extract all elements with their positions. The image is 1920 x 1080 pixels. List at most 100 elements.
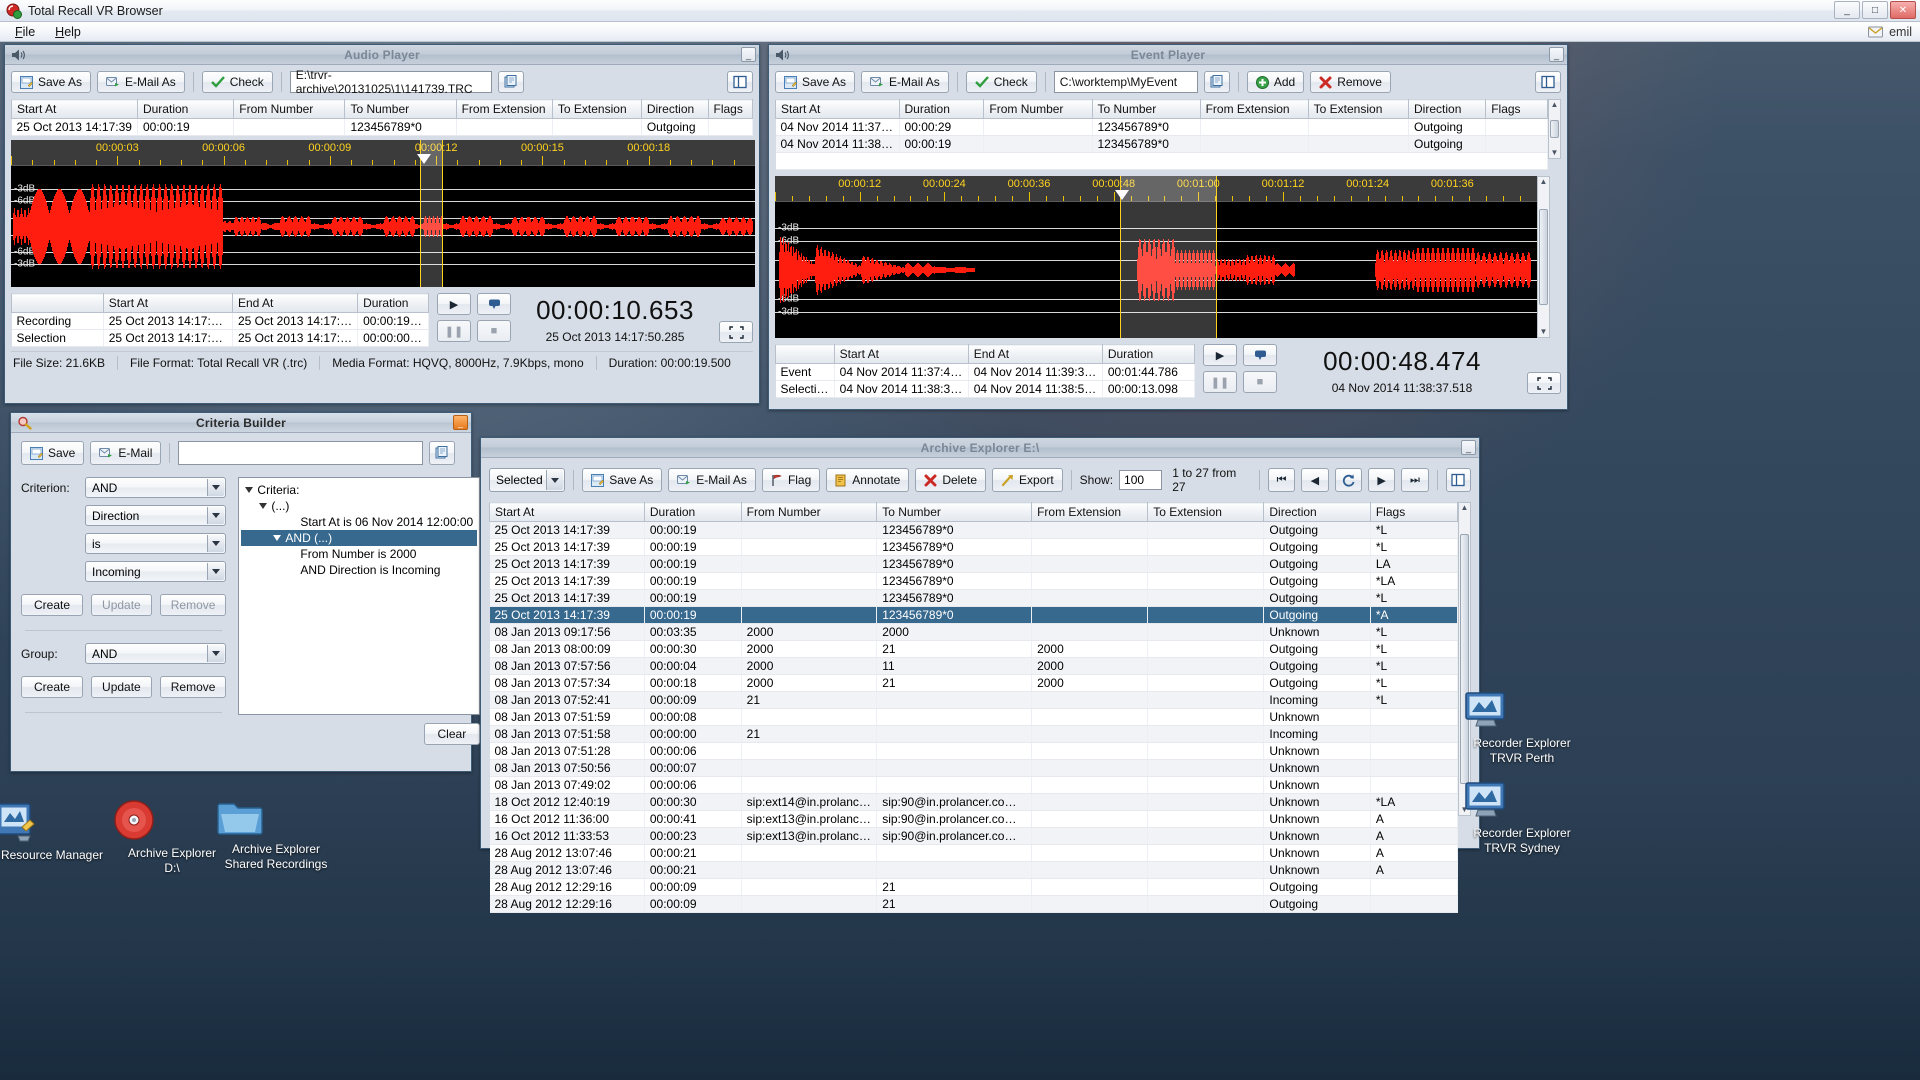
event-add-button[interactable]: Add [1246, 71, 1305, 93]
scroll-up-icon[interactable]: ▲ [1551, 100, 1559, 110]
event-file-path-input[interactable]: C:\worktemp\MyEvent [1053, 71, 1198, 93]
value-select[interactable]: Incoming [85, 561, 227, 582]
menu-file[interactable]: File [6, 23, 44, 41]
table-row[interactable]: 08 Jan 2013 07:51:28 00:00:06 Unknown [489, 742, 1459, 760]
audio-position-marker[interactable] [417, 154, 431, 164]
event-save-as-button[interactable]: Save As [775, 71, 856, 93]
maximize-button[interactable]: □ [1862, 1, 1888, 19]
col-flags[interactable]: Flags [1485, 99, 1548, 119]
scroll-up-icon[interactable]: ▲ [1540, 177, 1548, 187]
event-remove-button[interactable]: Remove [1310, 71, 1391, 93]
archive-delete-button[interactable]: Delete [915, 468, 987, 492]
event-loop-button[interactable] [1243, 344, 1277, 366]
event-position-marker[interactable] [1115, 190, 1129, 200]
group-remove-button[interactable]: Remove [159, 676, 227, 698]
operator-select[interactable]: is [85, 533, 227, 554]
col-to-number[interactable]: To Number [344, 99, 457, 119]
col-direction[interactable]: Direction [640, 99, 709, 119]
archive-refresh-button[interactable] [1334, 468, 1362, 492]
archive-annotate-button[interactable]: Annotate [826, 468, 910, 492]
table-row[interactable]: 28 Aug 2012 13:07:46 00:00:21 Unknown A [489, 861, 1459, 879]
archive-show-input[interactable]: 100 [1119, 470, 1163, 490]
table-row[interactable] [775, 152, 1548, 170]
col-from-extension[interactable]: From Extension [1199, 99, 1309, 119]
col-flags[interactable]: Flags [707, 99, 753, 119]
archive-prev-page-button[interactable]: ◀ [1301, 468, 1329, 492]
event-play-button[interactable]: ▶ [1203, 344, 1237, 366]
archive-layout-toggle-button[interactable] [1445, 468, 1471, 492]
event-list-scrollbar[interactable]: ▲ ▼ [1548, 99, 1561, 159]
col-from-number[interactable]: From Number [740, 502, 878, 522]
audio-email-as-button[interactable]: E-Mail As [97, 71, 185, 93]
table-row[interactable]: 25 Oct 2013 14:17:39 00:00:19 123456789*0 O… [489, 555, 1459, 573]
table-row[interactable]: 25 Oct 2013 14:17:39 00:00:19 123456789*0 O… [489, 538, 1459, 556]
expander-triangle-icon[interactable] [245, 487, 254, 493]
event-player-minimize-button[interactable]: _ [1549, 47, 1564, 62]
chevron-down-icon[interactable] [207, 563, 225, 580]
col-duration[interactable]: Duration [898, 99, 985, 119]
col-detail-start-at[interactable]: Start At [833, 344, 969, 364]
col-direction[interactable]: Direction [1408, 99, 1487, 119]
col-duration[interactable]: Duration [643, 502, 742, 522]
field-select[interactable]: Direction [85, 505, 227, 526]
criterion-create-button[interactable]: Create [21, 594, 84, 616]
audio-layout-toggle-button[interactable] [727, 71, 754, 93]
event-email-as-button[interactable]: E-Mail As [861, 71, 949, 93]
col-flags[interactable]: Flags [1369, 502, 1459, 522]
col-from-number[interactable]: From Number [983, 99, 1093, 119]
table-row[interactable]: 08 Jan 2013 09:17:56 00:03:35 2000 2000 Unkn… [489, 623, 1459, 641]
audio-waveform[interactable]: 00:00:03 00:00:06 00:00:09 00:00:12 00:00:15… [11, 140, 755, 287]
col-to-number[interactable]: To Number [876, 502, 1033, 522]
menu-help[interactable]: Help [46, 23, 90, 41]
audio-check-button[interactable]: Check [201, 71, 273, 93]
desktop-icon-recorder-explorer-sydney[interactable]: Recorder Explorer TRVR Sydney [1462, 780, 1582, 856]
col-detail-duration[interactable]: Duration [357, 293, 429, 313]
chevron-down-icon[interactable] [207, 535, 225, 552]
expander-triangle-icon[interactable] [259, 503, 268, 509]
table-row[interactable]: 25 Oct 2013 14:17:39 00:00:19 123456789*0 O… [489, 606, 1459, 624]
criteria-clear-button[interactable]: Clear [423, 723, 481, 745]
table-row[interactable]: 08 Jan 2013 07:57:56 00:00:04 2000 11 2000 Ou… [489, 657, 1459, 675]
col-detail-end-at[interactable]: End At [231, 293, 359, 313]
group-create-button[interactable]: Create [21, 676, 84, 698]
minimize-button[interactable]: _ [1834, 1, 1860, 19]
audio-file-path-input[interactable]: E:\trvr-archive\20131025\1\141739.TRC [289, 68, 493, 96]
criteria-tree-node[interactable]: Start At is 06 Nov 2014 12:00:00 [241, 514, 477, 530]
secondary-clear-button[interactable]: Clear [414, 832, 471, 854]
col-to-extension[interactable]: To Extension [551, 99, 642, 119]
audio-fit-button[interactable] [719, 321, 753, 343]
chevron-down-icon[interactable] [207, 507, 225, 524]
table-row[interactable]: 08 Jan 2013 07:51:59 00:00:08 Unknown [489, 708, 1459, 726]
desktop-icon-archive-explorer-d[interactable]: Archive Explorer D:\ [112, 798, 232, 876]
archive-export-button[interactable]: Export [992, 468, 1063, 492]
table-row[interactable]: 08 Jan 2013 07:50:56 00:00:07 Unknown [489, 759, 1459, 777]
event-browse-button[interactable] [1203, 71, 1230, 93]
col-to-extension[interactable]: To Extension [1147, 502, 1265, 522]
criteria-tree-node[interactable]: (...) [241, 498, 477, 514]
event-selection-band[interactable] [1120, 176, 1217, 338]
audio-stop-button[interactable]: ■ [477, 320, 511, 342]
table-row[interactable]: Selection 04 Nov 2014 11:38:37.518 04 No… [775, 380, 1196, 398]
criteria-email-button[interactable]: E-Mail [90, 441, 162, 465]
table-row[interactable]: 28 Aug 2012 13:07:46 00:00:21 Unknown A [489, 844, 1459, 862]
col-from-extension[interactable]: From Extension [1031, 502, 1149, 522]
archive-email-as-button[interactable]: E-Mail As [668, 468, 756, 492]
criteria-tree-node[interactable]: From Number is 2000 [241, 546, 477, 562]
event-waveform[interactable]: 00:00:12 00:00:24 00:00:36 00:00:48 00:01:00… [775, 176, 1537, 338]
criteria-tree-node[interactable]: Criteria: [241, 482, 477, 498]
archive-scope-select[interactable]: Selected [489, 468, 566, 492]
chevron-down-icon[interactable] [207, 479, 225, 496]
audio-browse-button[interactable] [498, 71, 525, 93]
event-pause-button[interactable]: ❚❚ [1203, 371, 1237, 393]
table-row[interactable]: 25 Oct 2013 14:17:39 00:00:19 123456789*0 O… [489, 572, 1459, 590]
table-row[interactable]: 25 Oct 2013 14:17:39 00:00:19 123456789*0 O… [489, 589, 1459, 607]
desktop-icon-recorder-explorer-perth[interactable]: Recorder Explorer TRVR Perth [1462, 690, 1582, 766]
criteria-browse-button[interactable] [429, 441, 456, 465]
archive-last-page-button[interactable]: ⏭ [1401, 468, 1429, 492]
table-row[interactable]: 04 Nov 2014 11:37:49 00:00:29 123456789*… [775, 118, 1548, 136]
table-row[interactable]: 25 Oct 2013 14:17:39 00:00:19 123456789*0 O… [489, 521, 1459, 539]
table-row[interactable]: 18 Oct 2012 12:40:19 00:00:30 sip:ext14@in… [489, 793, 1459, 811]
audio-pause-button[interactable]: ❚❚ [437, 320, 471, 342]
col-start-at[interactable]: Start At [11, 99, 138, 119]
event-layout-toggle-button[interactable] [1535, 71, 1561, 93]
